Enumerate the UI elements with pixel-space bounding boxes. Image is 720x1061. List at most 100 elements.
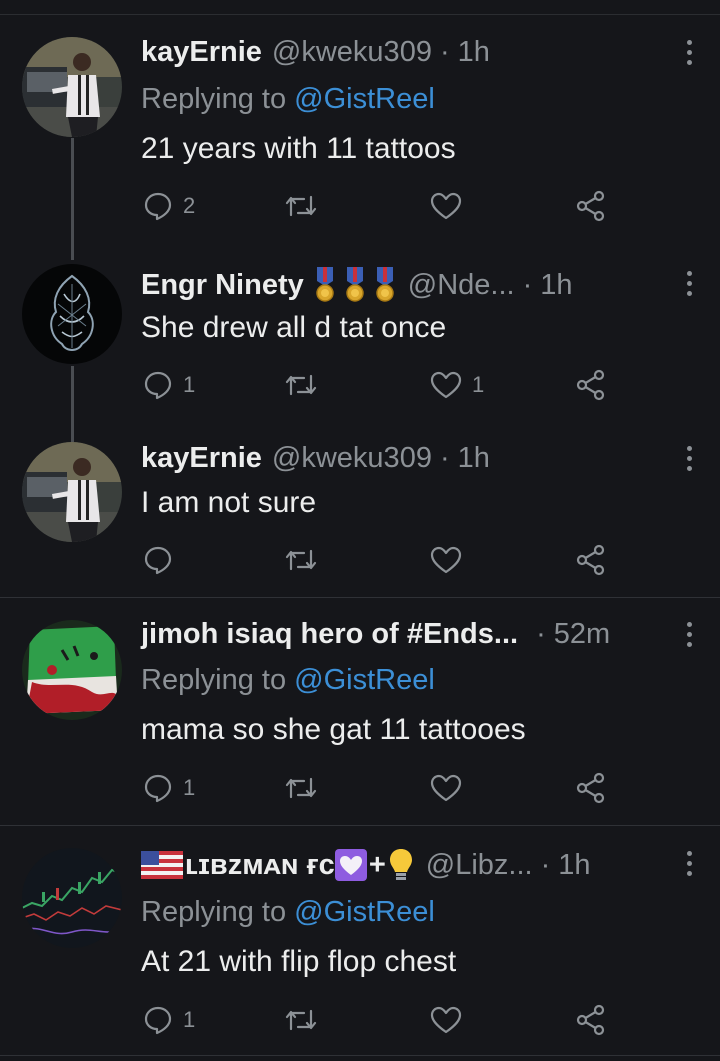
replying-to: Replying to @GistReel — [141, 660, 435, 700]
us-flag-icon — [141, 851, 183, 879]
tweet[interactable]: kayErnie @kweku309 · 1h Replying to @Gis… — [0, 0, 720, 240]
military-medal-icon — [376, 267, 394, 302]
share-button[interactable] — [575, 1003, 607, 1037]
tweet-text: 21 years with 11 tattoos — [141, 132, 456, 165]
share-icon — [576, 772, 605, 804]
avatar[interactable] — [22, 848, 122, 948]
share-button[interactable] — [575, 189, 607, 223]
action-bar: 1 — [141, 1003, 621, 1037]
timestamp[interactable]: · 1h — [523, 269, 573, 302]
tweet-text: I am not sure — [141, 486, 317, 519]
retweet-icon — [285, 1009, 317, 1031]
more-options-icon[interactable] — [684, 851, 694, 879]
user-handle[interactable]: @kweku309 — [272, 36, 432, 69]
retweet-button[interactable] — [284, 189, 328, 223]
retweet-button[interactable] — [284, 368, 328, 402]
retweet-button[interactable] — [284, 1003, 328, 1037]
like-button[interactable]: 1 — [430, 368, 484, 402]
user-handle[interactable]: @Nde... — [408, 269, 515, 302]
reply-button[interactable]: 2 — [143, 189, 195, 223]
heart-icon — [430, 371, 462, 399]
reply-icon — [144, 1006, 172, 1035]
like-button[interactable] — [430, 1003, 472, 1037]
reply-icon — [144, 192, 172, 221]
avatar[interactable] — [22, 442, 122, 542]
tweet[interactable]: jimoh isiaq hero of #Ends... · 52m Reply… — [0, 598, 720, 824]
reply-icon — [144, 774, 172, 803]
share-button[interactable] — [575, 543, 607, 577]
military-medal-icon — [316, 267, 334, 302]
share-icon — [576, 369, 605, 401]
timestamp[interactable]: · 52m — [536, 618, 610, 651]
display-name[interactable]: kayErnie — [141, 442, 262, 475]
light-bulb-icon — [389, 849, 412, 880]
heart-icon — [430, 1006, 462, 1034]
timestamp[interactable]: · 1h — [440, 442, 490, 475]
tweet-header: kayErnie @kweku309 · 1h — [141, 32, 660, 72]
reply-icon — [144, 371, 172, 400]
replying-to-link[interactable]: @GistReel — [294, 83, 435, 115]
display-name[interactable]: ʟɪʙᴢᴍᴀɴ ғᴄ — [185, 849, 335, 882]
avatar[interactable] — [22, 620, 122, 720]
more-options-icon[interactable] — [684, 40, 694, 68]
tweet-text: At 21 with flip flop chest — [141, 945, 457, 978]
action-bar — [141, 543, 621, 577]
reply-count: 1 — [183, 372, 196, 397]
reply-button[interactable]: 1 — [143, 771, 195, 805]
display-name[interactable]: jimoh isiaq hero of #Ends... — [141, 618, 518, 651]
user-handle[interactable]: @Libz... — [426, 849, 533, 882]
like-button[interactable] — [430, 189, 472, 223]
reply-button[interactable]: 1 — [143, 368, 195, 402]
retweet-icon — [285, 195, 317, 217]
heart-icon — [430, 546, 462, 574]
tweet-header: jimoh isiaq hero of #Ends... · 52m — [141, 614, 660, 654]
name-badges — [314, 267, 396, 303]
share-icon — [576, 190, 605, 222]
tweet[interactable]: Engr Ninety @Nde... · 1h She drew all d … — [0, 240, 720, 420]
action-bar: 2 — [141, 189, 621, 223]
tweet-header: kayErnie @kweku309 · 1h — [141, 438, 660, 478]
avatar-image — [22, 37, 122, 137]
replying-to: Replying to @GistReel — [141, 79, 435, 119]
avatar-image — [22, 848, 122, 948]
retweet-icon — [285, 374, 317, 396]
tweet-text: mama so she gat 11 tattooes — [141, 713, 526, 746]
retweet-icon — [285, 777, 317, 799]
like-count: 1 — [472, 372, 485, 397]
display-name[interactable]: Engr Ninety — [141, 269, 304, 302]
replying-to-label: Replying to — [141, 896, 287, 928]
military-medal-icon — [346, 267, 364, 302]
tweet-header: Engr Ninety @Nde... · 1h — [141, 265, 660, 305]
replying-to-link[interactable]: @GistReel — [294, 664, 435, 696]
like-button[interactable] — [430, 543, 472, 577]
timestamp[interactable]: · 1h — [440, 36, 490, 69]
share-button[interactable] — [575, 368, 607, 402]
more-options-icon[interactable] — [684, 446, 694, 474]
more-options-icon[interactable] — [684, 622, 694, 650]
like-button[interactable] — [430, 771, 472, 805]
timestamp[interactable]: · 1h — [541, 849, 591, 882]
avatar[interactable] — [22, 37, 122, 137]
more-options-icon[interactable] — [684, 271, 694, 299]
avatar-image — [22, 620, 122, 720]
replying-to: Replying to @GistReel — [141, 892, 435, 932]
reply-count: 1 — [183, 775, 196, 800]
heart-icon — [430, 192, 462, 220]
avatar-image — [22, 264, 122, 364]
avatar[interactable] — [22, 264, 122, 364]
retweet-button[interactable] — [284, 543, 328, 577]
tweet[interactable]: ʟɪʙᴢᴍᴀɴ ғᴄ + @Libz... · 1h Replying to @… — [0, 826, 720, 1054]
tweet[interactable]: kayErnie @kweku309 · 1h I am not sure — [0, 420, 720, 596]
share-icon — [576, 544, 605, 576]
display-name[interactable]: kayErnie — [141, 36, 262, 69]
reply-button[interactable]: 1 — [143, 1003, 195, 1037]
replying-to-link[interactable]: @GistReel — [294, 896, 435, 928]
retweet-button[interactable] — [284, 771, 328, 805]
reply-count: 1 — [183, 1007, 196, 1032]
reply-button[interactable] — [143, 543, 183, 577]
share-button[interactable] — [575, 771, 607, 805]
user-handle[interactable]: @kweku309 — [272, 442, 432, 475]
action-bar: 1 — [141, 771, 621, 805]
replying-to-label: Replying to — [141, 664, 287, 696]
reply-count: 2 — [183, 193, 196, 218]
